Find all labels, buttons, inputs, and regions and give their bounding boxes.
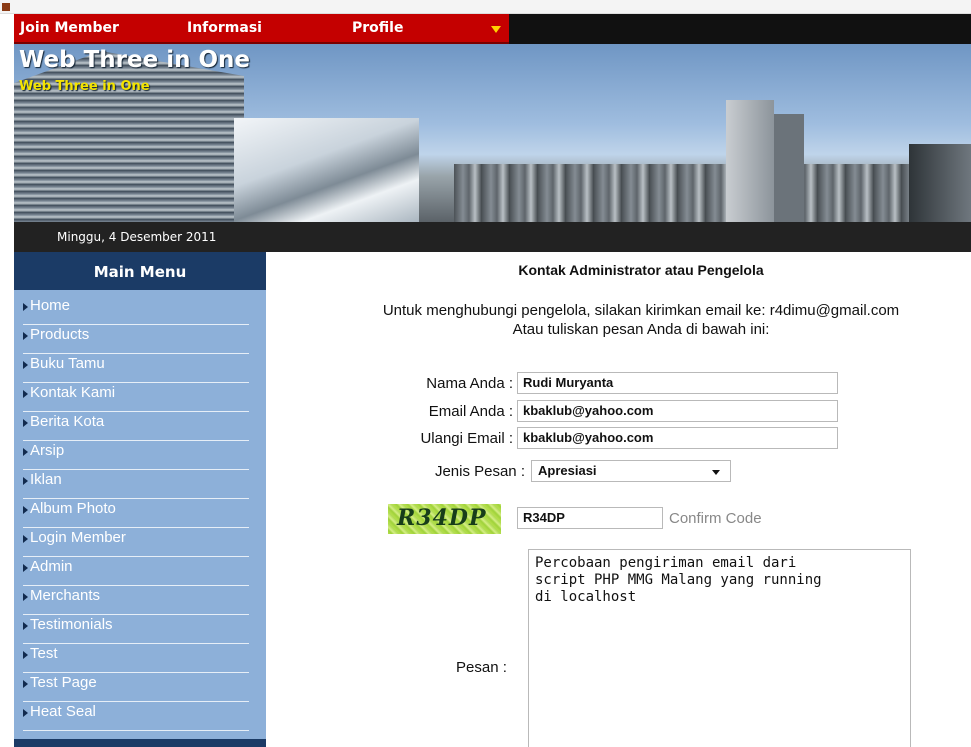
sidebar-item-label: Products <box>30 326 90 343</box>
jenis-pesan-value: Apresiasi <box>538 463 597 478</box>
sidebar-item-label: Home <box>30 297 71 314</box>
contact-panel: Kontak Administrator atau Pengelola Untu… <box>266 252 971 747</box>
triangle-right-icon <box>23 448 28 456</box>
banner-city-graphic <box>454 164 971 222</box>
sidebar-item-test-page[interactable]: Test Page <box>23 673 249 702</box>
captcha-text: R34DP <box>397 505 487 531</box>
page-title: Kontak Administrator atau Pengelola <box>518 262 764 278</box>
pesan-label: Pesan : <box>456 659 507 676</box>
sidebar-item-merchants[interactable]: Merchants <box>23 586 249 615</box>
sidebar-item-label: Buku Tamu <box>30 355 105 372</box>
sidebar-item-test[interactable]: Test <box>23 644 249 673</box>
banner-glass-graphic <box>234 118 419 222</box>
sidebar-item-label: Berita Kota <box>30 413 105 430</box>
email-input[interactable]: kbaklub@yahoo.com <box>517 400 838 422</box>
triangle-right-icon <box>23 709 28 717</box>
confirm-code-label: Confirm Code <box>669 510 762 527</box>
confirm-code-input[interactable]: R34DP <box>517 507 663 529</box>
nav-informasi[interactable]: Informasi <box>187 20 262 36</box>
sidebar-item-login-member[interactable]: Login Member <box>23 528 249 557</box>
ulangi-email-label: Ulangi Email : <box>420 430 513 447</box>
triangle-right-icon <box>23 506 28 514</box>
sidebar-item-label: Admin <box>30 558 73 575</box>
sidebar-item-label: Album Photo <box>30 500 116 517</box>
nav-profile[interactable]: Profile <box>352 20 403 36</box>
contact-info-text: Untuk menghubungi pengelola, silakan kir… <box>382 302 900 319</box>
window-edge-marker <box>2 3 10 11</box>
sidebar-item-label: Test <box>30 645 58 662</box>
jenis-pesan-label: Jenis Pesan : <box>434 463 525 480</box>
sidebar-item-label: Merchants <box>30 587 101 604</box>
form-instruction-text: Atau tuliskan pesan Anda di bawah ini: <box>512 321 770 338</box>
sidebar-item-buku-tamu[interactable]: Buku Tamu <box>23 354 249 383</box>
triangle-right-icon <box>23 622 28 630</box>
nama-label: Nama Anda : <box>426 375 513 392</box>
triangle-right-icon <box>23 680 28 688</box>
sidebar-item-home[interactable]: Home <box>23 296 249 325</box>
main-menu-list: Home Products Buku Tamu Kontak Kami Beri… <box>14 290 266 731</box>
banner-building-graphic <box>726 100 774 222</box>
nama-input[interactable]: Rudi Muryanta <box>517 372 838 394</box>
current-date: Minggu, 4 Desember 2011 <box>57 230 217 244</box>
nav-join-member[interactable]: Join Member <box>20 20 119 36</box>
browser-top-strip <box>0 0 971 14</box>
header-banner: Web Three in One Web Three in One <box>14 44 971 222</box>
banner-building-graphic <box>774 114 804 222</box>
sidebar-item-label: Testimonials <box>30 616 113 633</box>
pesan-textarea[interactable]: Percobaan pengiriman email dari script P… <box>528 549 911 747</box>
sidebar-item-album-photo[interactable]: Album Photo <box>23 499 249 528</box>
sidebar-item-iklan[interactable]: Iklan <box>23 470 249 499</box>
sidebar-item-label: Iklan <box>30 471 62 488</box>
chevron-down-icon <box>712 470 720 475</box>
sidebar-item-label: Arsip <box>30 442 65 459</box>
triangle-right-icon <box>23 303 28 311</box>
jenis-pesan-select[interactable]: Apresiasi <box>531 460 731 482</box>
triangle-right-icon <box>23 593 28 601</box>
sidebar-item-kontak-kami[interactable]: Kontak Kami <box>23 383 249 412</box>
sidebar-item-products[interactable]: Products <box>23 325 249 354</box>
triangle-right-icon <box>23 332 28 340</box>
triangle-right-icon <box>23 419 28 427</box>
sidebar: Main Menu Home Products Buku Tamu Kontak… <box>14 252 266 747</box>
sidebar-item-label: Login Member <box>30 529 126 546</box>
site-title: Web Three in One <box>19 47 251 73</box>
email-label: Email Anda : <box>428 403 513 420</box>
main-menu-title: Main Menu <box>14 252 266 290</box>
banner-building-graphic <box>909 144 971 222</box>
sidebar-item-arsip[interactable]: Arsip <box>23 441 249 470</box>
top-navbar: Join Member Informasi Profile <box>14 14 971 44</box>
captcha-image: R34DP <box>388 504 501 534</box>
sidebar-item-label: Heat Seal <box>30 703 96 720</box>
profile-dropdown-arrow-icon[interactable] <box>491 26 501 33</box>
sidebar-item-berita-kota[interactable]: Berita Kota <box>23 412 249 441</box>
triangle-right-icon <box>23 361 28 369</box>
sidebar-item-label: Kontak Kami <box>30 384 116 401</box>
triangle-right-icon <box>23 651 28 659</box>
triangle-right-icon <box>23 477 28 485</box>
sidebar-item-testimonials[interactable]: Testimonials <box>23 615 249 644</box>
sidebar-item-label: Test Page <box>30 674 97 691</box>
sidebar-item-admin[interactable]: Admin <box>23 557 249 586</box>
ulangi-email-input[interactable]: kbaklub@yahoo.com <box>517 427 838 449</box>
triangle-right-icon <box>23 535 28 543</box>
site-subtitle: Web Three in One <box>19 79 150 94</box>
triangle-right-icon <box>23 390 28 398</box>
triangle-right-icon <box>23 564 28 572</box>
sidebar-footer-bar <box>14 739 266 747</box>
date-bar: Minggu, 4 Desember 2011 <box>14 222 971 252</box>
sidebar-item-heat-seal[interactable]: Heat Seal <box>23 702 249 731</box>
